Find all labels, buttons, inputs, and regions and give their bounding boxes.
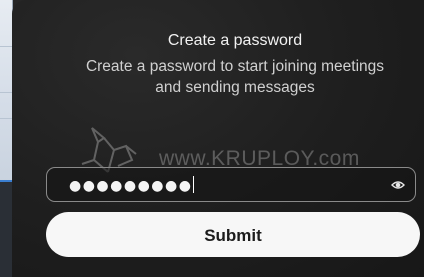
dialog-subtitle-line: Create a password to start joining meeti… [85, 58, 385, 75]
background-divider [0, 118, 12, 119]
text-caret [193, 176, 195, 193]
dialog-subtitle: Create a password to start joining meeti… [46, 56, 424, 98]
eye-icon[interactable] [391, 178, 405, 192]
dialog-subtitle-line: and sending messages [155, 79, 315, 96]
background-divider [0, 92, 12, 93]
password-field[interactable]: ●●●●●●●●● [46, 167, 416, 202]
background-divider [0, 46, 12, 47]
dialog-title: Create a password [167, 32, 303, 49]
password-masked-text: ●●●●●●●●● [69, 178, 193, 194]
submit-button[interactable]: Submit [46, 212, 420, 257]
background-panel [0, 182, 12, 277]
screen: Create a password Create a password to s… [0, 0, 424, 277]
password-input-value[interactable]: ●●●●●●●●● [69, 176, 195, 195]
